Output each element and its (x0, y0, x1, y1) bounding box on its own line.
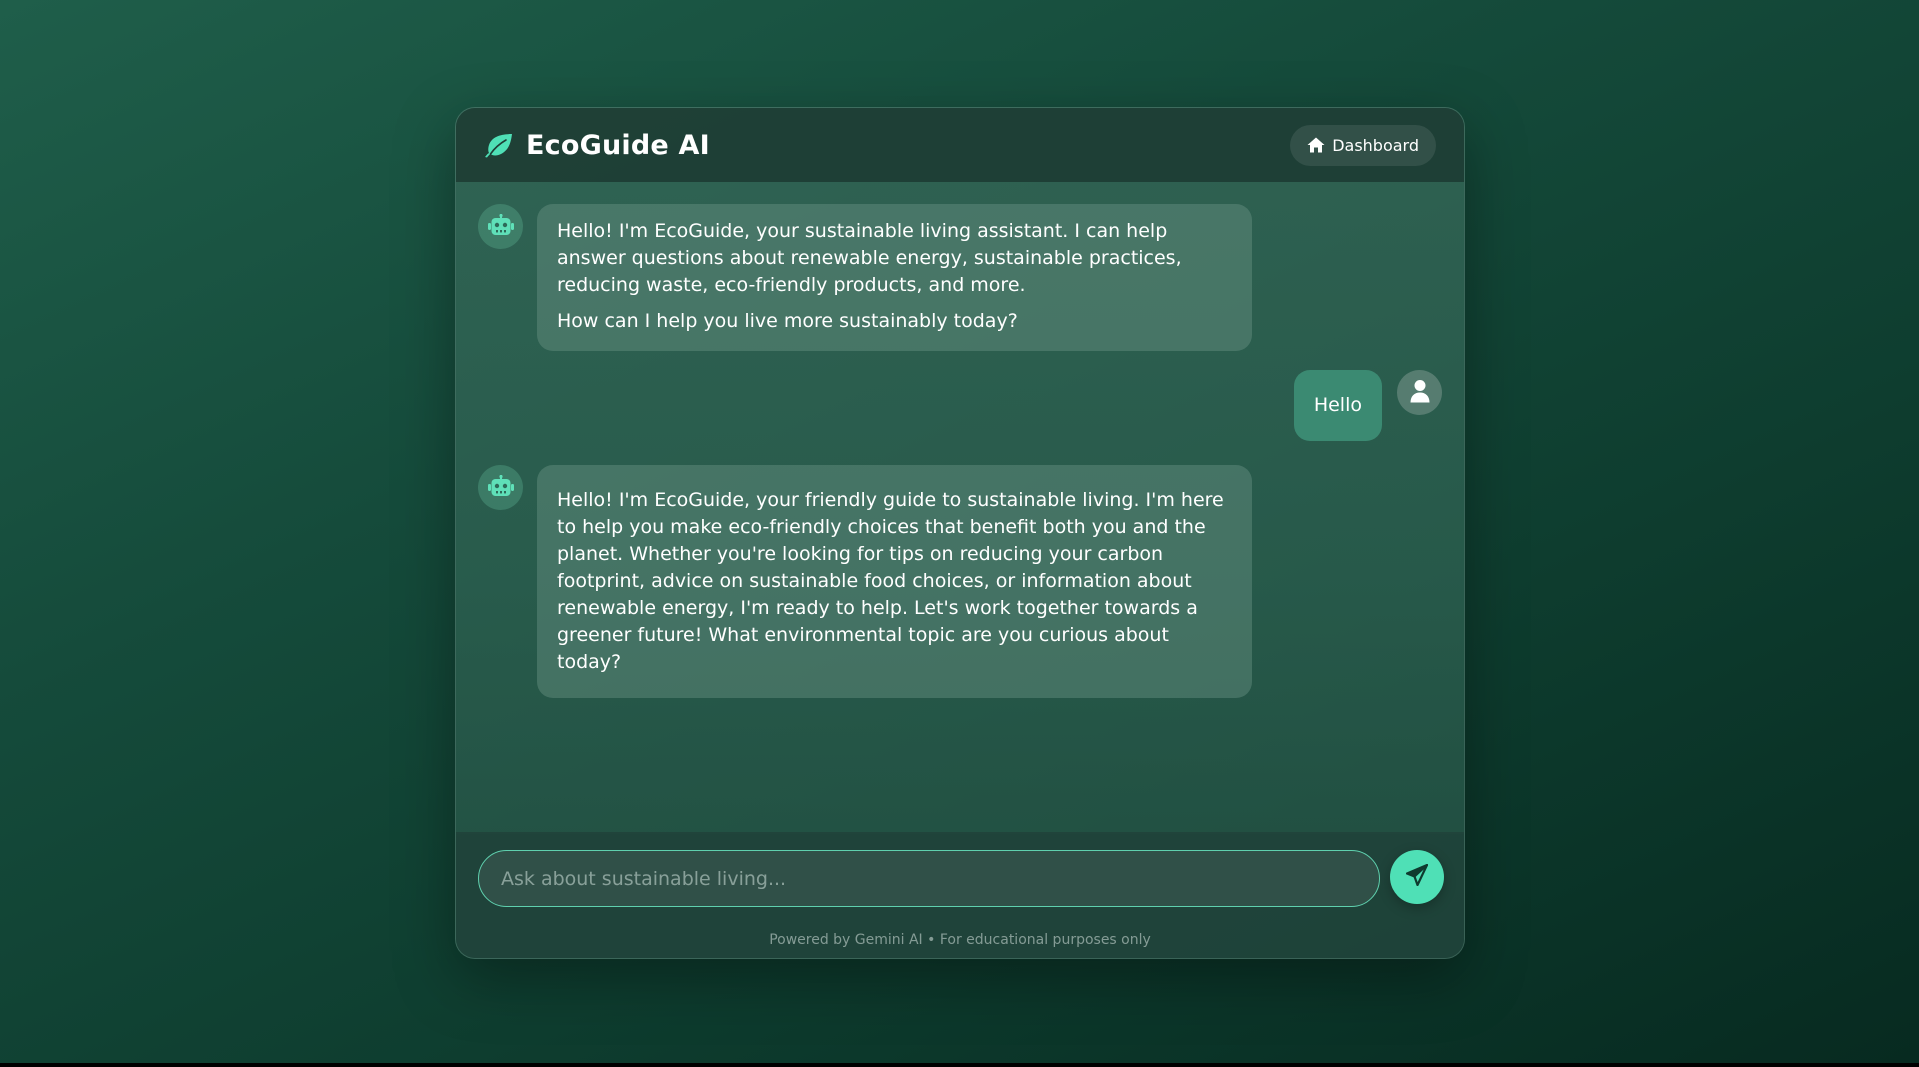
page-bottom-edge (0, 1063, 1919, 1067)
chat-header: EcoGuide AI Dashboard (456, 108, 1464, 182)
home-icon (1307, 137, 1325, 153)
footer-note: Powered by Gemini AI • For educational p… (769, 932, 1151, 948)
bot-message: Hello! I'm EcoGuide, your friendly guide… (537, 465, 1252, 698)
message-text: Hello (1313, 394, 1362, 416)
send-button[interactable] (1390, 850, 1444, 904)
app-title: EcoGuide AI (526, 129, 710, 161)
robot-icon (487, 213, 514, 240)
message-text: How can I help you live more sustainably… (557, 310, 1018, 332)
send-icon (1405, 863, 1429, 890)
user-icon (1410, 379, 1430, 407)
composer: Powered by Gemini AI • For educational p… (456, 832, 1464, 958)
bot-message: Hello! I'm EcoGuide, your sustainable li… (537, 204, 1252, 351)
robot-icon (487, 474, 514, 501)
message-text: Hello! I'm EcoGuide, your friendly guide… (557, 489, 1224, 673)
leaf-icon (484, 132, 514, 158)
message-text: Hello! I'm EcoGuide, your sustainable li… (557, 220, 1182, 296)
chat-window: EcoGuide AI Dashboard Hello! I'm EcoGuid… (455, 107, 1465, 959)
dashboard-button[interactable]: Dashboard (1290, 124, 1436, 166)
message-input-wrapper (478, 850, 1380, 907)
user-message: Hello (1293, 370, 1382, 441)
user-avatar (1397, 370, 1442, 415)
bot-avatar (478, 465, 523, 510)
dashboard-label: Dashboard (1332, 135, 1419, 155)
brand: EcoGuide AI (484, 130, 710, 161)
bot-avatar (478, 204, 523, 249)
message-input[interactable] (501, 867, 1357, 890)
message-list[interactable]: Hello! I'm EcoGuide, your sustainable li… (456, 182, 1464, 834)
